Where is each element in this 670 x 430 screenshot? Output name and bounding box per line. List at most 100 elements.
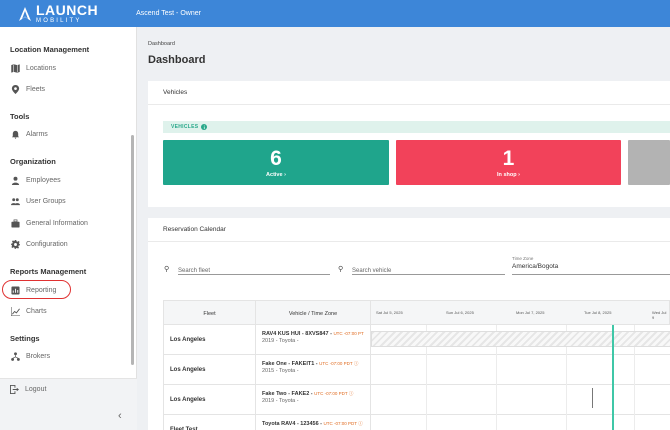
page-title: Dashboard: [148, 54, 206, 66]
row-vehicle[interactable]: Fake One - FAKEIT1 - UTC -07:00 PDT ⓘ 20…: [256, 355, 371, 385]
logout-icon: [10, 385, 19, 394]
day-divider: [634, 355, 635, 385]
table-row[interactable]: Fleet Test Toyota RAV4 - 123456 - UTC -0…: [163, 415, 670, 430]
account-name[interactable]: Ascend Test - Owner: [136, 10, 201, 17]
logo-sub-text: MOBILITY: [36, 18, 82, 24]
sidebar-item-fleets[interactable]: Fleets: [10, 82, 128, 96]
day-divider: [566, 415, 567, 430]
logout-label: Logout: [25, 386, 47, 393]
sidebar-item-general-information[interactable]: General Information: [10, 216, 128, 230]
sidebar-item-employees[interactable]: Employees: [10, 173, 128, 187]
row-fleet: Los Angeles: [164, 355, 256, 385]
third-vehicles-card[interactable]: [628, 140, 670, 185]
vehicles-panel-title: Vehicles: [148, 81, 670, 105]
logout-button[interactable]: Logout: [10, 385, 46, 394]
fleet-column-header: Fleet: [164, 301, 256, 326]
search-vehicle-input[interactable]: Search vehicle: [352, 263, 505, 275]
alarm-bell-icon: [10, 129, 20, 139]
sidebar-item-label: Fleets: [26, 85, 46, 93]
sidebar-item-user-groups[interactable]: User Groups: [10, 194, 128, 208]
day-divider: [566, 385, 567, 415]
section-organization: Organization: [10, 157, 56, 166]
person-icon: [10, 175, 20, 185]
launch-mobility-logo[interactable]: LAUNCH MOBILITY: [17, 3, 98, 24]
sidebar-item-label: Brokers: [26, 352, 51, 360]
table-row[interactable]: Los Angeles Fake Two - FAKE2 - UTC -07:0…: [163, 385, 670, 415]
network-icon: [10, 351, 20, 361]
table-row[interactable]: Los Angeles RAV4 KUS HUI - 8XVS847 - UTC…: [163, 325, 670, 355]
sidebar-item-label: Configuration: [26, 240, 68, 248]
active-vehicles-card[interactable]: 6 Active ›: [163, 140, 389, 185]
current-time-indicator: [612, 325, 614, 430]
day-divider: [426, 355, 427, 385]
day-header: Mon Jul 7, 2025: [516, 310, 545, 315]
day-divider: [426, 415, 427, 430]
vehicles-section-label: VEHICLES i: [163, 121, 670, 133]
vehicle-subtitle: 2015 - Toyota -: [262, 368, 299, 374]
vehicles-label-text: VEHICLES: [171, 124, 199, 130]
calendar-header-row: Fleet Vehicle / Time Zone Sat Jul 5, 202…: [163, 300, 670, 326]
row-fleet: Fleet Test: [164, 415, 256, 430]
vehicle-column-header: Vehicle / Time Zone: [256, 301, 371, 326]
sidebar-item-configuration[interactable]: Configuration: [10, 237, 128, 251]
vehicle-timezone: UTC -07:00 PDT ⓘ: [319, 361, 359, 366]
calendar-panel-title: Reservation Calendar: [148, 218, 670, 242]
unavailable-block[interactable]: [371, 331, 670, 347]
row-vehicle[interactable]: RAV4 KUS HUI - 8XVS847 - UTC -07:00 PT 2…: [256, 325, 371, 355]
day-header: Sun Jul 6, 2025: [446, 310, 474, 315]
day-header: Sat Jul 5, 2025: [376, 310, 403, 315]
section-reports-management: Reports Management: [10, 267, 87, 276]
in-shop-label: In shop ›: [497, 172, 520, 178]
sidebar-scrollbar[interactable]: [131, 135, 134, 365]
sidebar-item-label: General Information: [26, 219, 88, 227]
day-divider: [496, 385, 497, 415]
vehicle-name: Fake One - FAKEIT1: [262, 361, 315, 367]
group-icon: [10, 196, 20, 206]
text-cursor: [592, 388, 593, 408]
vehicle-name: Toyota RAV4 - 123456: [262, 421, 319, 427]
logo-main-text: LAUNCH: [36, 2, 99, 18]
map-icon: [10, 63, 20, 73]
vehicle-timezone: UTC -07:00 PT: [333, 331, 364, 336]
in-shop-label-text: In shop: [497, 171, 517, 178]
breadcrumb[interactable]: Dashboard: [148, 41, 175, 47]
briefcase-icon: [10, 218, 20, 228]
table-row[interactable]: Los Angeles Fake One - FAKEIT1 - UTC -07…: [163, 355, 670, 385]
info-icon[interactable]: i: [201, 124, 208, 130]
row-vehicle[interactable]: Toyota RAV4 - 123456 - UTC -07:00 PDT ⓘ: [256, 415, 371, 430]
vehicle-subtitle: 2019 - Toyota -: [262, 398, 299, 404]
timezone-select[interactable]: America/Bogota: [512, 263, 670, 275]
sidebar-item-brokers[interactable]: Brokers: [10, 349, 128, 363]
vehicle-name: RAV4 KUS HUI - 8XVS847: [262, 331, 329, 337]
sidebar-footer: Logout ‹: [0, 378, 137, 430]
in-shop-vehicles-card[interactable]: 1 In shop ›: [396, 140, 621, 185]
sidebar-item-charts[interactable]: Charts: [10, 304, 128, 318]
sidebar-item-label: Alarms: [26, 130, 48, 138]
sidebar-item-label: Locations: [26, 64, 56, 72]
search-icon: ⚲: [338, 266, 344, 273]
search-vehicle-placeholder: Search vehicle: [352, 268, 392, 274]
vehicle-timezone: UTC -07:00 PDT ⓘ: [323, 421, 363, 426]
row-fleet: Los Angeles: [164, 325, 256, 355]
sidebar-item-label: Charts: [26, 307, 47, 315]
day-divider: [496, 355, 497, 385]
in-shop-count: 1: [502, 146, 515, 170]
row-fleet: Los Angeles: [164, 385, 256, 415]
search-fleet-placeholder: Search fleet: [178, 268, 211, 274]
gear-icon: [10, 239, 20, 249]
active-label: Active ›: [266, 172, 286, 178]
sidebar-item-locations[interactable]: Locations: [10, 61, 128, 75]
active-count: 6: [270, 146, 282, 170]
day-header: Wed Jul 9: [652, 310, 667, 320]
vehicle-name: Fake Two - FAKE2: [262, 391, 310, 397]
day-divider: [634, 415, 635, 430]
search-fleet-input[interactable]: Search fleet: [178, 263, 330, 275]
sidebar-item-alarms[interactable]: Alarms: [10, 127, 128, 141]
row-vehicle[interactable]: Fake Two - FAKE2 - UTC -07:00 PDT ⓘ 2019…: [256, 385, 371, 415]
rocket-logo-icon: [19, 6, 31, 21]
collapse-sidebar-chevron-icon[interactable]: ‹: [118, 410, 122, 422]
sidebar: Location Management Locations Fleets Too…: [0, 27, 137, 430]
search-icon: ⚲: [164, 266, 170, 273]
section-location-management: Location Management: [10, 45, 90, 54]
sidebar-item-label: User Groups: [26, 197, 66, 205]
